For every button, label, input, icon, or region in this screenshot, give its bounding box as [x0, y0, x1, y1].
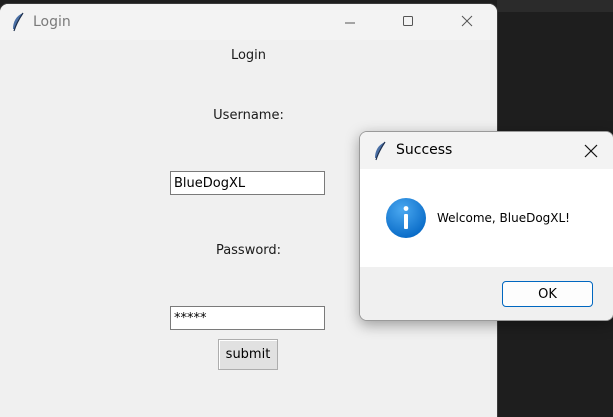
username-input[interactable] — [170, 171, 325, 195]
window-title: Login — [33, 14, 71, 30]
maximize-button[interactable] — [385, 6, 431, 38]
username-label: Username: — [213, 108, 284, 123]
password-input[interactable] — [170, 306, 325, 330]
dialog-title: Success — [396, 142, 453, 158]
title-bar: Login — [0, 4, 497, 40]
maximize-icon — [403, 16, 413, 26]
minimize-icon — [345, 22, 355, 24]
dialog-close-button[interactable] — [576, 137, 606, 165]
login-heading: Login — [230, 48, 267, 63]
dialog-title-bar: Success — [360, 132, 613, 169]
close-icon — [461, 15, 473, 27]
dialog-message: Welcome, BlueDogXL! — [437, 211, 570, 225]
ok-button[interactable]: OK — [502, 281, 593, 307]
info-icon — [385, 197, 427, 239]
feather-icon — [372, 141, 388, 161]
close-icon — [584, 144, 598, 158]
success-dialog: Success Welcome, BlueDogXL! OK — [359, 131, 613, 321]
dialog-body: Welcome, BlueDogXL! — [360, 169, 613, 267]
feather-icon — [10, 12, 26, 32]
close-button[interactable] — [444, 6, 490, 38]
dialog-footer: OK — [360, 267, 613, 320]
minimize-button[interactable] — [327, 6, 373, 38]
desktop-background — [497, 0, 613, 12]
submit-button[interactable]: submit — [218, 339, 278, 370]
